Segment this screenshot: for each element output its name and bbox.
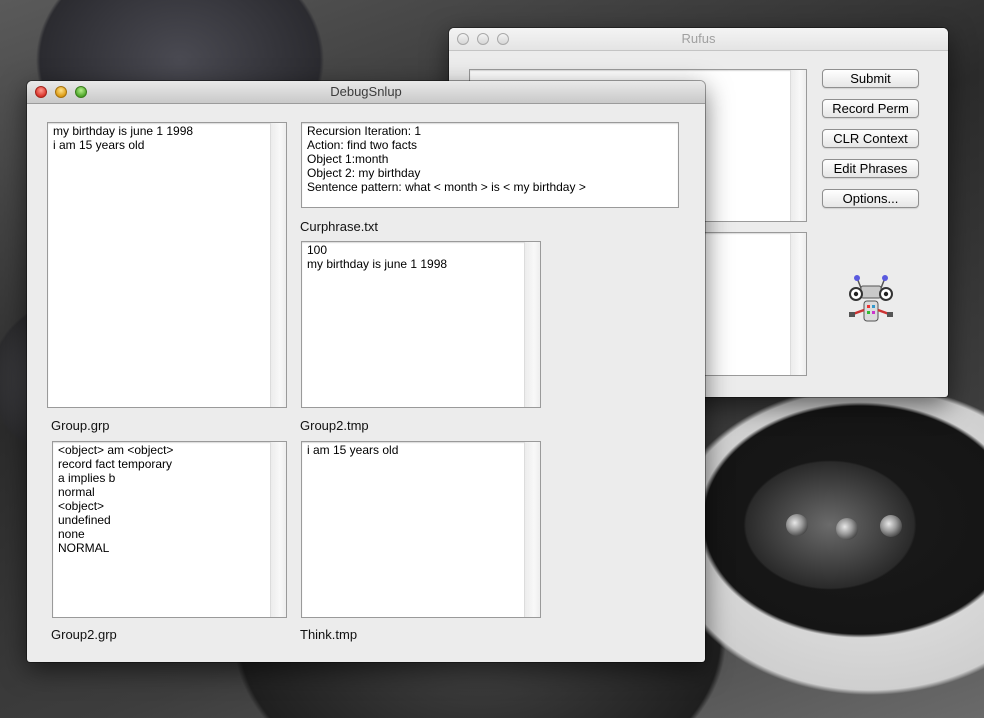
scrollbar[interactable] [270, 442, 286, 617]
text-line: Sentence pattern: what < month > is < my… [307, 180, 586, 194]
window-title: DebugSnlup [330, 84, 402, 99]
debugsnlup-titlebar[interactable]: DebugSnlup [27, 81, 705, 104]
minimize-button[interactable] [477, 33, 489, 45]
text-line: i am 15 years old [53, 138, 145, 152]
text-line: i am 15 years old [307, 443, 399, 457]
group2-tmp-textarea[interactable]: 100 my birthday is june 1 1998 [301, 241, 541, 408]
text-line: Object 1:month [307, 152, 389, 166]
think-tmp-textarea[interactable]: i am 15 years old [301, 441, 541, 618]
zoom-button[interactable] [75, 86, 87, 98]
debugsnlup-window: DebugSnlup my birthday is june 1 1998 i … [27, 81, 705, 662]
text-line: <object> [58, 499, 105, 513]
group2-grp-textarea[interactable]: <object> am <object> record fact tempora… [52, 441, 287, 618]
text-line: Object 2: my birthday [307, 166, 421, 180]
close-button[interactable] [35, 86, 47, 98]
scrollbar[interactable] [524, 442, 540, 617]
text-line: NORMAL [58, 541, 110, 555]
wallpaper-bolt [836, 518, 858, 540]
text-line: record fact temporary [58, 457, 173, 471]
clr-context-button[interactable]: CLR Context [822, 129, 919, 148]
robot-icon [849, 275, 893, 322]
group-grp-textarea[interactable]: my birthday is june 1 1998 i am 15 years… [47, 122, 287, 408]
scrollbar[interactable] [790, 70, 806, 221]
scrollbar[interactable] [524, 242, 540, 407]
text-line: undefined [58, 513, 111, 527]
submit-button[interactable]: Submit [822, 69, 919, 88]
group2-grp-label: Group2.grp [51, 627, 117, 642]
curphrase-label: Curphrase.txt [300, 219, 379, 234]
record-perm-button[interactable]: Record Perm [822, 99, 919, 118]
zoom-button[interactable] [497, 33, 509, 45]
group2-tmp-label: Group2.tmp [300, 418, 369, 433]
minimize-button[interactable] [55, 86, 67, 98]
think-tmp-label: Think.tmp [300, 627, 358, 642]
text-line: Recursion Iteration: 1 [307, 124, 422, 138]
rufus-titlebar[interactable]: Rufus [449, 28, 948, 51]
options-button[interactable]: Options... [822, 189, 919, 208]
window-title: Rufus [681, 31, 716, 46]
text-line: Action: find two facts [307, 138, 418, 152]
wallpaper-bolt [786, 514, 808, 536]
edit-phrases-button[interactable]: Edit Phrases [822, 159, 919, 178]
close-button[interactable] [457, 33, 469, 45]
group-grp-label: Group.grp [51, 418, 110, 433]
text-line: 100 [307, 243, 328, 257]
scrollbar[interactable] [270, 123, 286, 407]
text-line: <object> am <object> [58, 443, 174, 457]
text-line: my birthday is june 1 1998 [307, 257, 448, 271]
wallpaper-bolt [880, 515, 902, 537]
text-line: my birthday is june 1 1998 [53, 124, 194, 138]
text-line: a implies b [58, 471, 116, 485]
text-line: none [58, 527, 85, 541]
scrollbar[interactable] [790, 233, 806, 375]
text-line: normal [58, 485, 95, 499]
curphrase-textarea[interactable]: Recursion Iteration: 1 Action: find two … [301, 122, 679, 208]
